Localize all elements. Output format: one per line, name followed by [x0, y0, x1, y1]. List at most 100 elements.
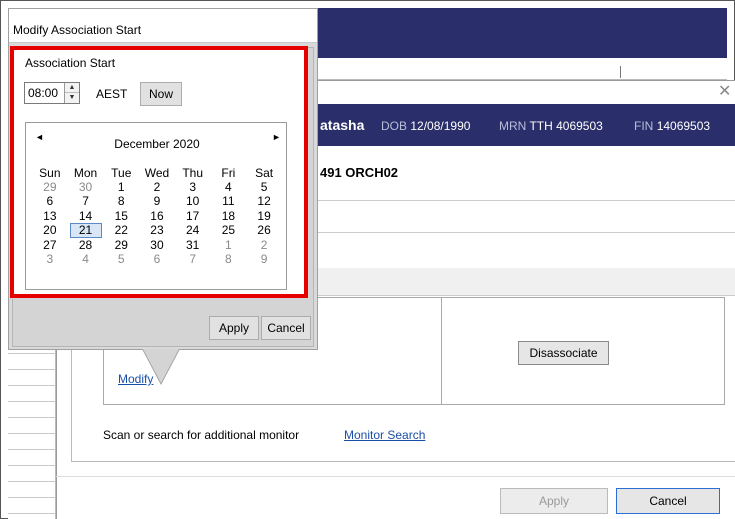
calendar-day-label[interactable]: 29: [115, 238, 128, 252]
calendar-day[interactable]: 8: [211, 252, 247, 266]
calendar-day-label[interactable]: 30: [79, 180, 92, 194]
calendar-day-label[interactable]: 3: [189, 180, 196, 194]
calendar-day-label[interactable]: 4: [82, 252, 89, 266]
spin-down-icon[interactable]: ▼: [65, 93, 79, 103]
calendar-day[interactable]: 27: [32, 238, 68, 252]
calendar-day[interactable]: 3: [32, 252, 68, 266]
calendar-day[interactable]: 28: [68, 238, 104, 252]
calendar-day[interactable]: 24: [175, 223, 211, 238]
close-icon[interactable]: ✕: [718, 81, 731, 101]
calendar-day[interactable]: 14: [68, 209, 104, 223]
now-button[interactable]: Now: [140, 82, 182, 106]
popup-cancel-button[interactable]: Cancel: [261, 316, 311, 340]
calendar-day[interactable]: 12: [246, 194, 282, 208]
calendar-day[interactable]: 4: [211, 180, 247, 194]
disassociate-button[interactable]: Disassociate: [518, 341, 609, 365]
calendar-day-label[interactable]: 23: [150, 223, 163, 237]
calendar-day-label[interactable]: 21: [69, 222, 102, 238]
calendar-day[interactable]: 25: [211, 223, 247, 238]
calendar-day[interactable]: 26: [246, 223, 282, 238]
monitor-search-link[interactable]: Monitor Search: [344, 428, 425, 442]
calendar-day[interactable]: 1: [103, 180, 139, 194]
calendar-day-label[interactable]: 24: [186, 223, 199, 237]
calendar-day-label[interactable]: 15: [115, 209, 128, 223]
calendar-day[interactable]: 15: [103, 209, 139, 223]
next-month-icon[interactable]: ►: [272, 132, 281, 142]
calendar-day[interactable]: 20: [32, 223, 68, 238]
calendar-day-label[interactable]: 11: [222, 194, 234, 208]
calendar-day-label[interactable]: 9: [154, 194, 161, 208]
calendar-day-label[interactable]: 19: [257, 209, 270, 223]
calendar-day-label[interactable]: 8: [225, 252, 232, 266]
calendar-day-label[interactable]: 6: [47, 194, 54, 208]
calendar-day[interactable]: 29: [32, 180, 68, 194]
calendar-day[interactable]: 4: [68, 252, 104, 266]
calendar-day[interactable]: 9: [246, 252, 282, 266]
calendar-day-label[interactable]: 18: [222, 209, 235, 223]
spin-up-icon[interactable]: ▲: [65, 83, 79, 93]
calendar-day[interactable]: 29: [103, 238, 139, 252]
calendar-day[interactable]: 2: [139, 180, 175, 194]
calendar-day-label[interactable]: 20: [43, 223, 56, 237]
calendar-day[interactable]: 30: [139, 238, 175, 252]
calendar-day-label[interactable]: 8: [118, 194, 125, 208]
calendar-day-label[interactable]: 2: [154, 180, 161, 194]
calendar-day-label[interactable]: 30: [150, 238, 163, 252]
calendar-day-label[interactable]: 10: [186, 194, 199, 208]
calendar-day-label[interactable]: 6: [154, 252, 161, 266]
calendar-day-label[interactable]: 2: [261, 238, 268, 252]
calendar-day[interactable]: 10: [175, 194, 211, 208]
calendar-day[interactable]: 7: [68, 194, 104, 208]
calendar-day[interactable]: 16: [139, 209, 175, 223]
calendar-day-label[interactable]: 9: [261, 252, 268, 266]
calendar-day-label[interactable]: 13: [43, 209, 56, 223]
calendar-day[interactable]: 3: [175, 180, 211, 194]
calendar-day-label[interactable]: 26: [257, 223, 270, 237]
time-spinner[interactable]: ▲ ▼: [64, 83, 79, 103]
calendar-day[interactable]: 6: [32, 194, 68, 208]
popup-apply-button[interactable]: Apply: [209, 316, 259, 340]
calendar-day[interactable]: 13: [32, 209, 68, 223]
association-start-label: Association Start: [25, 56, 116, 70]
dialog-cancel-button[interactable]: Cancel: [616, 488, 720, 514]
calendar-day-label[interactable]: 29: [43, 180, 56, 194]
calendar-day[interactable]: 5: [246, 180, 282, 194]
calendar-day[interactable]: 5: [103, 252, 139, 266]
calendar-day[interactable]: 1: [211, 238, 247, 252]
calendar-day-label[interactable]: 12: [257, 194, 270, 208]
calendar-day[interactable]: 17: [175, 209, 211, 223]
calendar-day-label[interactable]: 4: [225, 180, 232, 194]
calendar-day-label[interactable]: 31: [186, 238, 199, 252]
calendar-day-label[interactable]: 1: [118, 180, 125, 194]
calendar-day[interactable]: 19: [246, 209, 282, 223]
calendar-day[interactable]: 31: [175, 238, 211, 252]
calendar-day-label[interactable]: 17: [186, 209, 199, 223]
calendar-day[interactable]: 9: [139, 194, 175, 208]
calendar-day[interactable]: 7: [175, 252, 211, 266]
time-value[interactable]: 08:00: [28, 86, 58, 100]
calendar-day-label[interactable]: 5: [118, 252, 125, 266]
calendar-month-title: December 2020: [114, 137, 200, 151]
calendar-day-label[interactable]: 7: [189, 252, 196, 266]
calendar-day-label[interactable]: 3: [47, 252, 54, 266]
calendar-day-label[interactable]: 16: [150, 209, 163, 223]
calendar-day[interactable]: 11: [211, 194, 247, 208]
calendar-day-label[interactable]: 14: [79, 209, 92, 223]
calendar-day[interactable]: 2: [246, 238, 282, 252]
calendar-day[interactable]: 30: [68, 180, 104, 194]
calendar-day[interactable]: 22: [103, 223, 139, 238]
calendar-day[interactable]: 23: [139, 223, 175, 238]
calendar-day[interactable]: 6: [139, 252, 175, 266]
dialog-apply-button[interactable]: Apply: [500, 488, 608, 514]
calendar-day-label[interactable]: 1: [225, 238, 232, 252]
time-stepper[interactable]: 08:00 ▲ ▼: [24, 82, 80, 104]
calendar-day-label[interactable]: 27: [43, 238, 56, 252]
calendar-day-label[interactable]: 22: [115, 223, 128, 237]
calendar-day-label[interactable]: 7: [82, 194, 89, 208]
calendar-day[interactable]: 8: [103, 194, 139, 208]
calendar-day[interactable]: 21: [68, 222, 104, 238]
calendar-day-label[interactable]: 25: [222, 223, 235, 237]
calendar-day-label[interactable]: 5: [261, 180, 268, 194]
calendar-day-label[interactable]: 28: [79, 238, 92, 252]
calendar-day[interactable]: 18: [211, 209, 247, 223]
